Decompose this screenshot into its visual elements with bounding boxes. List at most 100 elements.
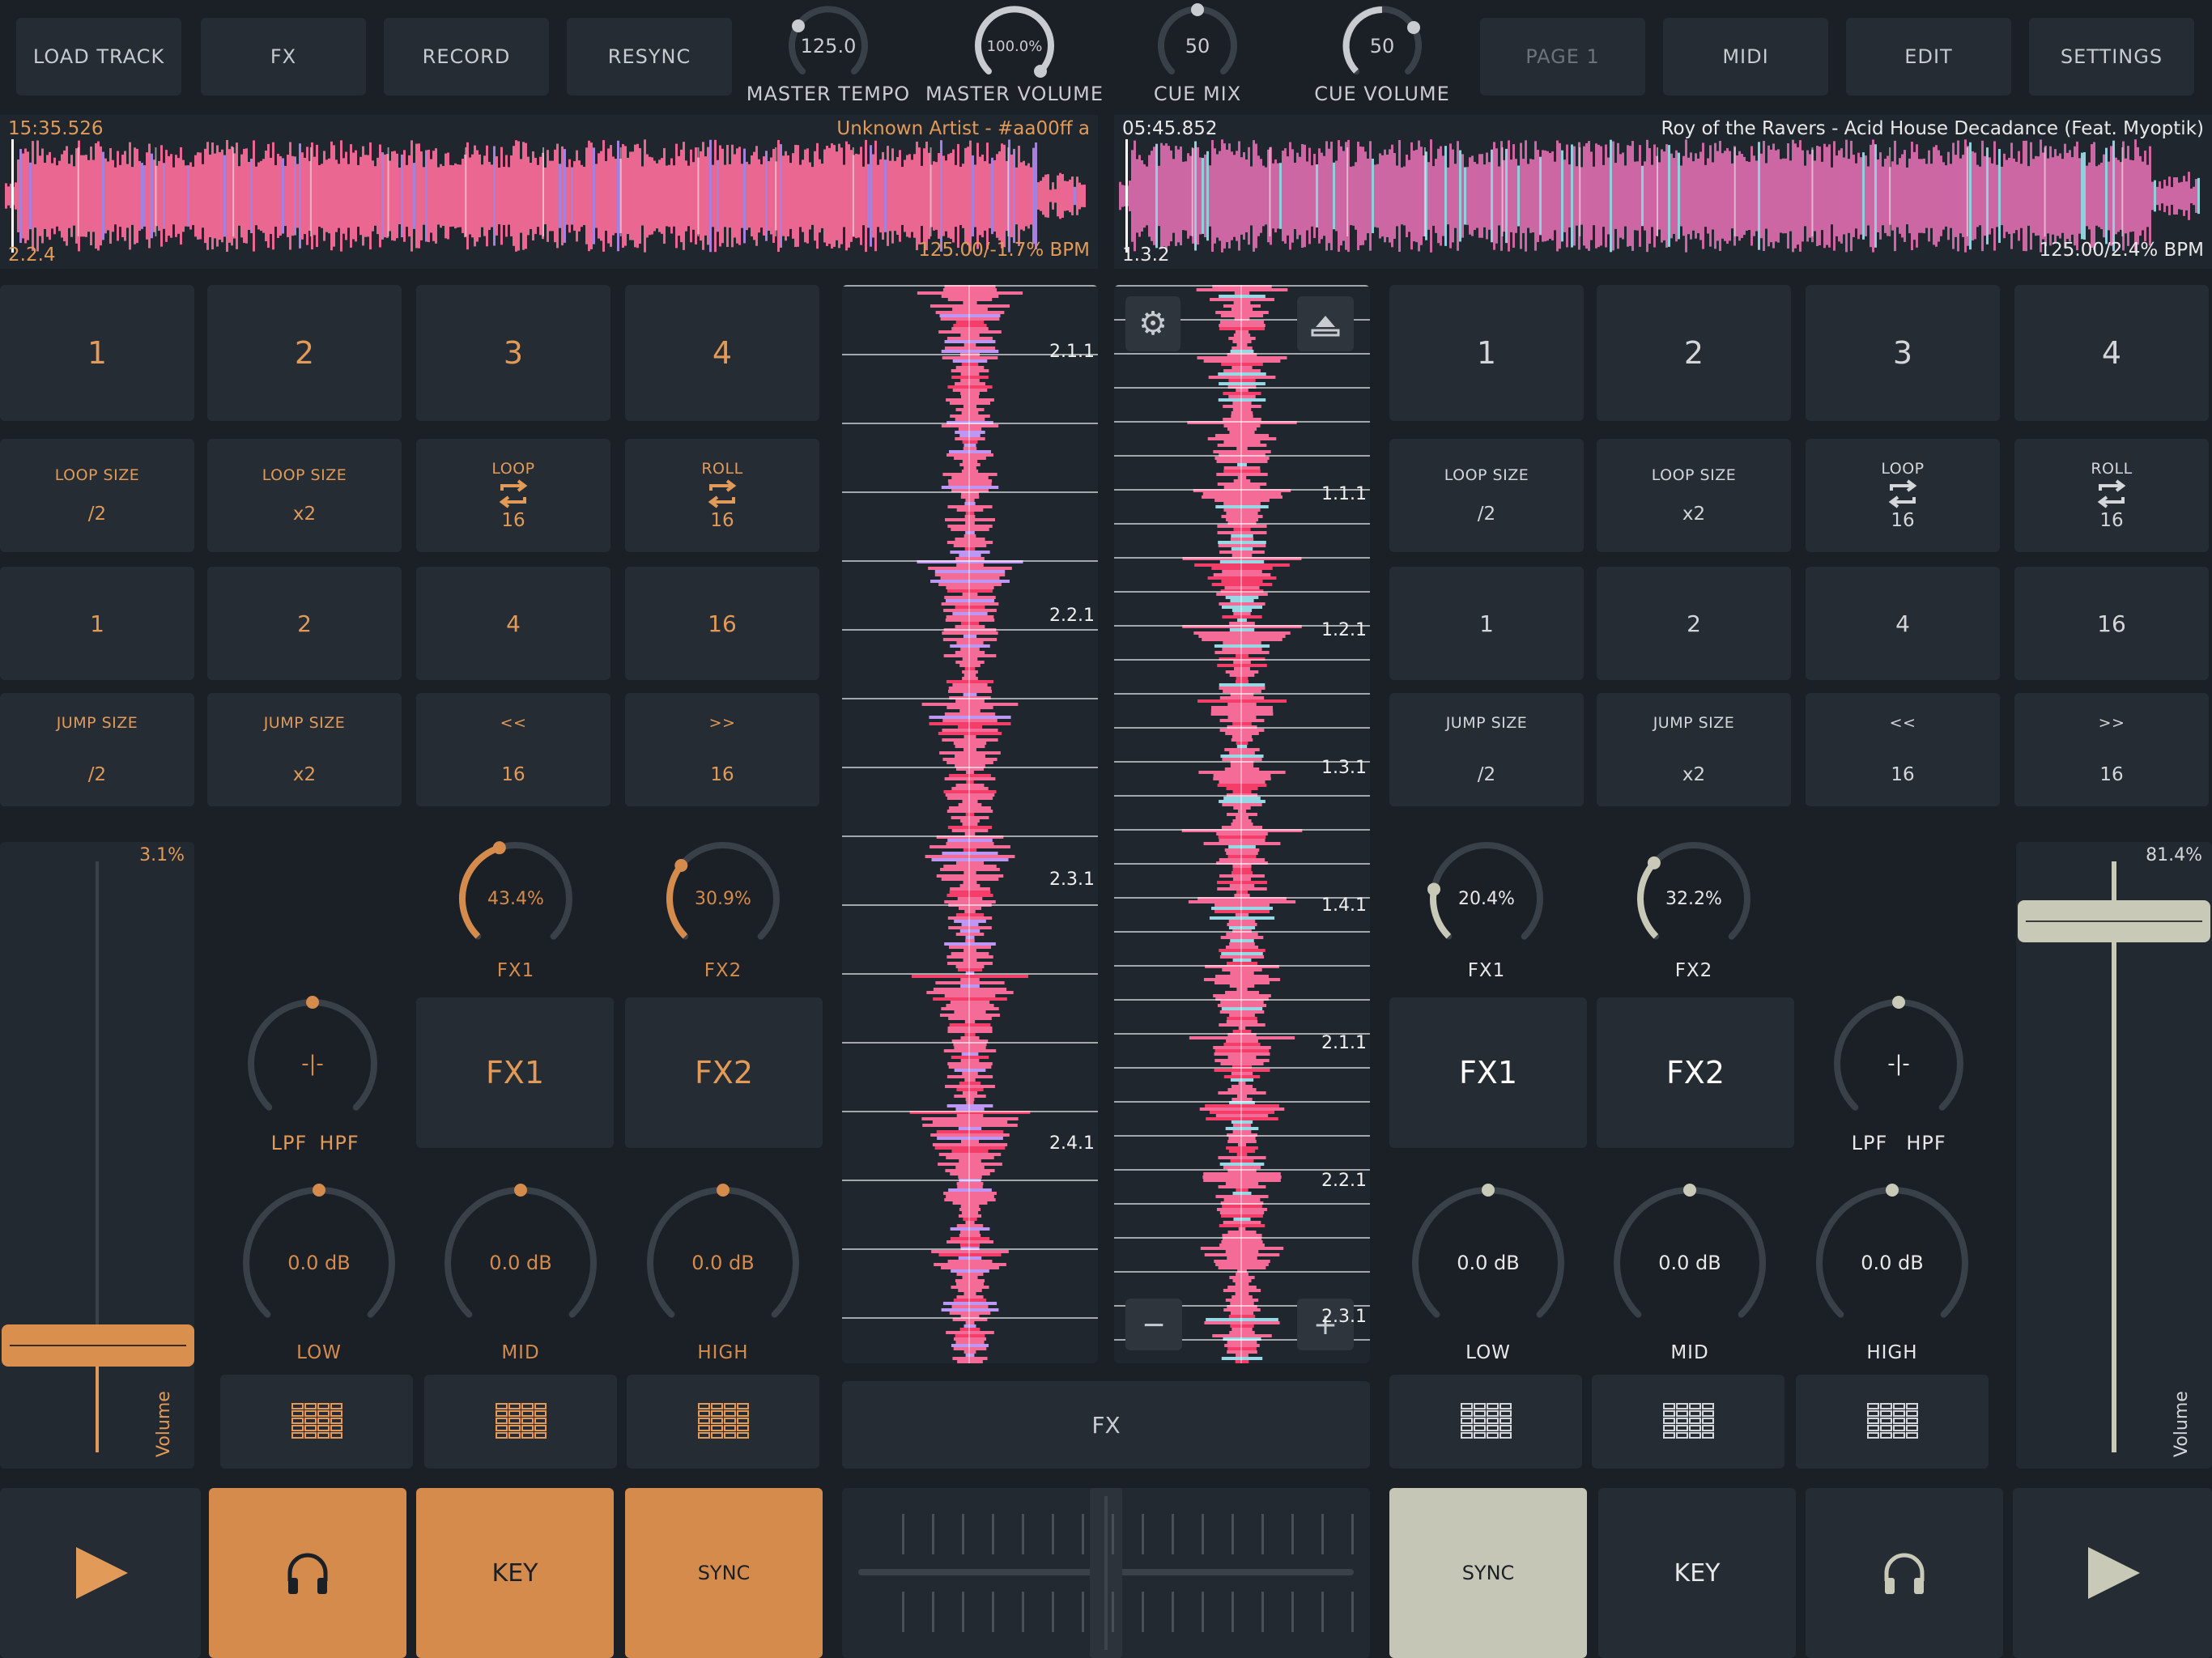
deck-b-eq-high-knob-label: HIGH — [1866, 1342, 1918, 1363]
jump-value-pad-3[interactable]: 4 — [1806, 567, 2000, 680]
crossfader-tick — [1231, 1592, 1234, 1632]
loop-pad-value: x2 — [1682, 504, 1706, 525]
loop-pad-value: /2 — [87, 504, 107, 525]
center-fx-button[interactable]: FX — [842, 1381, 1370, 1469]
jump-pad-1[interactable]: JUMP SIZE/2 — [1389, 693, 1584, 806]
jump-value-pad-1[interactable]: 1 — [1389, 567, 1584, 680]
deck-a-fx2-button[interactable]: FX2 — [625, 997, 823, 1148]
deck-a-eq-kill-button-3[interactable] — [627, 1375, 819, 1469]
deck-a-eq-mid-knob-label: MID — [501, 1342, 540, 1363]
crossfader-tick — [992, 1592, 994, 1632]
loop-pad-1[interactable]: LOOP SIZE/2 — [1389, 439, 1584, 552]
jump-pad-title: >> — [2098, 714, 2125, 732]
hotcue-pad-3[interactable]: 3 — [1806, 285, 2000, 421]
deck-b-sync-button[interactable]: SYNC — [1389, 1488, 1587, 1658]
jump-value-pad-4[interactable]: 16 — [625, 567, 819, 680]
hotcue-pad-2[interactable]: 2 — [207, 285, 402, 421]
deck-a-headphone-button[interactable] — [209, 1488, 406, 1658]
hotcue-pad-1[interactable]: 1 — [1389, 285, 1584, 421]
crossfader-tick — [1202, 1592, 1204, 1632]
deck-b-eq-low-knob-value: 0.0 dB — [1457, 1252, 1520, 1274]
loop-pad-value: 16 — [1891, 510, 1915, 531]
midi-button[interactable]: MIDI — [1663, 18, 1828, 96]
deck-b-key-button[interactable]: KEY — [1598, 1488, 1796, 1658]
loop-pad-3[interactable]: LOOP 16 — [416, 439, 610, 552]
loop-pad-2[interactable]: LOOP SIZE x2 — [1597, 439, 1791, 552]
headphones-icon — [1884, 1553, 1925, 1594]
master-volume-label: MASTER VOLUME — [925, 83, 1104, 105]
deck-a-sync-button[interactable]: SYNC — [625, 1488, 823, 1658]
deck-b-eq-kill-button-2[interactable] — [1592, 1375, 1784, 1469]
zoom-out-icon[interactable]: − — [1125, 1299, 1182, 1350]
fx-button[interactable]: FX — [201, 18, 366, 96]
hotcue-label: 1 — [87, 335, 108, 371]
load-track-button[interactable]: LOAD TRACK — [16, 18, 181, 96]
crossfader-tick — [902, 1592, 904, 1632]
beat-marker: 2.2.1 — [1321, 1171, 1367, 1191]
crossfader-tick — [962, 1592, 964, 1632]
deck-a-waveform-graphic — [842, 285, 1098, 1363]
deck-a-key-button[interactable]: KEY — [416, 1488, 614, 1658]
deck-b-eq-kill-button-1[interactable] — [1389, 1375, 1582, 1469]
hotcue-label: 1 — [1476, 335, 1497, 371]
hotcue-pad-1[interactable]: 1 — [0, 285, 194, 421]
deck-b-play-button[interactable] — [2013, 1488, 2212, 1658]
jump-pad-3[interactable]: << 16 — [416, 693, 610, 806]
page1-button[interactable]: PAGE 1 — [1480, 18, 1645, 96]
fader-handle[interactable] — [2018, 900, 2210, 942]
deck-b-headphone-button[interactable] — [1806, 1488, 2003, 1658]
resync-button[interactable]: RESYNC — [567, 18, 732, 96]
deck-a-play-button[interactable] — [0, 1488, 201, 1658]
deck-a-lpf-label: LPF — [270, 1132, 308, 1154]
deck-b-eq-kill-button-3[interactable] — [1796, 1375, 1989, 1469]
deck-a-eq-kill-button-2[interactable] — [424, 1375, 617, 1469]
play-icon — [2088, 1547, 2140, 1599]
jump-pad-title: JUMP SIZE — [263, 714, 346, 732]
loop-pad-4[interactable]: ROLL 16 — [2014, 439, 2209, 552]
hotcue-pad-4[interactable]: 4 — [2014, 285, 2209, 421]
deck-a-scrolling-waveform[interactable] — [842, 285, 1098, 1363]
hotcue-pad-3[interactable]: 3 — [416, 285, 610, 421]
deck-b-fx2-button[interactable]: FX2 — [1597, 997, 1794, 1148]
jump-value: 4 — [1895, 610, 1910, 637]
deck-b-volume-fader[interactable]: 81.4% Volume — [2016, 842, 2212, 1469]
jump-value-pad-4[interactable]: 16 — [2014, 567, 2209, 680]
jump-pad-2[interactable]: JUMP SIZE x2 — [1597, 693, 1791, 806]
record-button[interactable]: RECORD — [384, 18, 549, 96]
jump-value-pad-1[interactable]: 1 — [0, 567, 194, 680]
deck-a-fx1-button[interactable]: FX1 — [416, 997, 614, 1148]
jump-pad-4[interactable]: >> 16 — [2014, 693, 2209, 806]
jump-pad-3[interactable]: << 16 — [1806, 693, 2000, 806]
deck-b-scrolling-waveform[interactable] — [1114, 285, 1370, 1363]
fader-handle[interactable] — [2, 1324, 194, 1367]
jump-pad-value: 16 — [501, 764, 525, 785]
loop-pad-2[interactable]: LOOP SIZE x2 — [207, 439, 402, 552]
loop-pad-1[interactable]: LOOP SIZE/2 — [0, 439, 194, 552]
jump-pad-2[interactable]: JUMP SIZE x2 — [207, 693, 402, 806]
deck-b-fx1-button[interactable]: FX1 — [1389, 997, 1587, 1148]
jump-value-pad-2[interactable]: 2 — [207, 567, 402, 680]
hotcue-pad-2[interactable]: 2 — [1597, 285, 1791, 421]
jump-value-pad-3[interactable]: 4 — [416, 567, 610, 680]
hotcue-pad-4[interactable]: 4 — [625, 285, 819, 421]
eq-kill-icon — [1663, 1403, 1714, 1439]
deck-b-volume-value: 81.4% — [2146, 845, 2202, 865]
crossfader-tick — [1142, 1514, 1144, 1554]
loop-pad-3[interactable]: LOOP 16 — [1806, 439, 2000, 552]
headphones-icon — [287, 1553, 328, 1594]
eject-icon[interactable] — [1297, 296, 1354, 351]
settings-button[interactable]: SETTINGS — [2029, 18, 2194, 96]
loop-pad-4[interactable]: ROLL 16 — [625, 439, 819, 552]
crossfader-handle[interactable] — [1090, 1488, 1122, 1658]
deck-a-eq-kill-button-1[interactable] — [220, 1375, 413, 1469]
edit-button[interactable]: EDIT — [1846, 18, 2011, 96]
deck-a-volume-fader[interactable]: 3.1% Volume — [0, 842, 194, 1469]
jump-pad-4[interactable]: >> 16 — [625, 693, 819, 806]
jump-pad-1[interactable]: JUMP SIZE/2 — [0, 693, 194, 806]
master-tempo-label: MASTER TEMPO — [746, 83, 911, 105]
gear-icon[interactable]: ⚙ — [1125, 296, 1180, 351]
crossfader-tick — [1261, 1592, 1264, 1632]
deck-a-fx2-knob-value: 30.9% — [695, 888, 751, 909]
crossfader-tick — [1291, 1514, 1294, 1554]
jump-value-pad-2[interactable]: 2 — [1597, 567, 1791, 680]
